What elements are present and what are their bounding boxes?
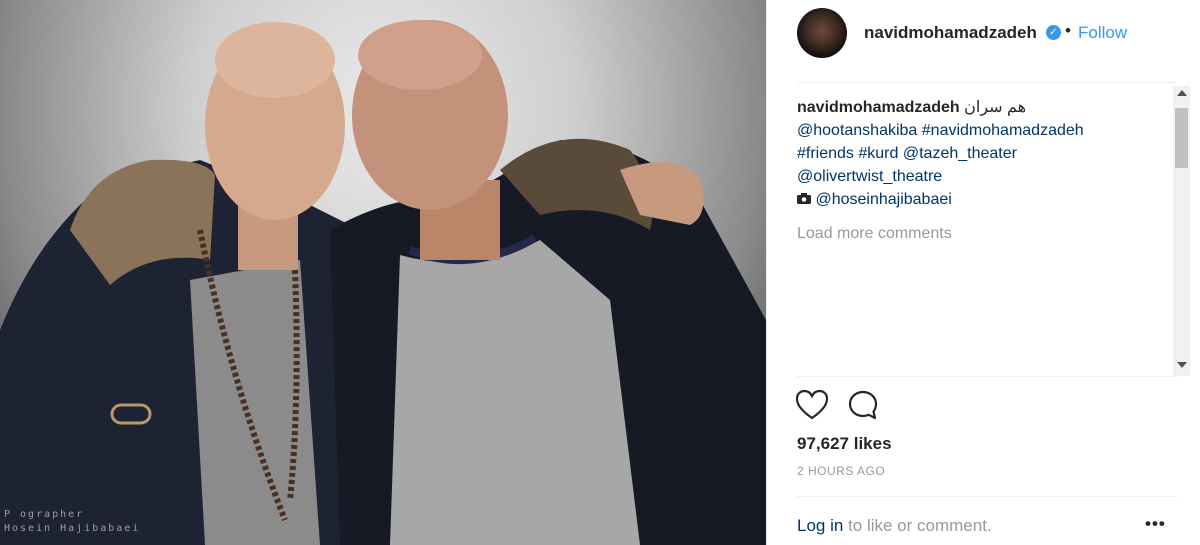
comment-icon[interactable] [847, 389, 879, 426]
photographer-watermark: P ographer Hosein Hajibabaei [4, 508, 140, 536]
login-prompt-text: to like or comment. [843, 516, 992, 535]
caption: navidmohamadzadeh هم سران @hootanshakiba… [797, 96, 1167, 211]
hashtag-friends[interactable]: #friends [797, 145, 854, 162]
avatar[interactable] [797, 8, 847, 58]
camera-icon [797, 191, 815, 208]
post-photo[interactable]: P ographer Hosein Hajibabaei [0, 0, 766, 545]
scrollbar-thumb[interactable] [1175, 108, 1188, 168]
login-link[interactable]: Log in [797, 516, 843, 535]
comments-scrollbar[interactable] [1173, 86, 1190, 376]
post-timestamp[interactable]: 2 HOURS AGO [797, 464, 885, 478]
verified-badge-icon: ✓ [1046, 25, 1061, 40]
divider [797, 82, 1177, 83]
watermark-line-2: Hosein Hajibabaei [4, 523, 141, 534]
login-prompt: Log in to like or comment. [797, 516, 992, 536]
more-options-icon[interactable]: ••• [1145, 514, 1166, 534]
scroll-up-arrow-icon[interactable] [1177, 90, 1187, 96]
post-photo-illustration [0, 20, 766, 545]
post-side-panel: navidmohamadzadeh ✓ • Follow navidmohama… [766, 0, 1200, 545]
scroll-down-arrow-icon[interactable] [1177, 362, 1187, 368]
load-more-comments-link[interactable]: Load more comments [797, 222, 1167, 245]
header-separator: • [1065, 21, 1071, 40]
heart-icon[interactable] [795, 389, 829, 426]
caption-and-comments: navidmohamadzadeh هم سران @hootanshakiba… [797, 96, 1167, 376]
caption-author[interactable]: navidmohamadzadeh [797, 99, 960, 116]
hashtag-navidmohamadzadeh[interactable]: #navidmohamadzadeh [922, 122, 1084, 139]
mention-tazeh-theater[interactable]: @tazeh_theater [903, 145, 1017, 162]
post-header: navidmohamadzadeh ✓ • Follow [767, 0, 1199, 82]
header-username[interactable]: navidmohamadzadeh [864, 23, 1037, 43]
hashtag-kurd[interactable]: #kurd [858, 145, 898, 162]
caption-persian-text: هم سران [964, 99, 1027, 116]
mention-olivertwist-theatre[interactable]: @olivertwist_theatre [797, 168, 942, 185]
likes-count[interactable]: 97,627 likes [797, 434, 892, 454]
follow-button[interactable]: Follow [1078, 23, 1127, 43]
divider [797, 376, 1177, 377]
watermark-line-1: P ographer [4, 509, 85, 520]
mention-hoseinhajibabaei[interactable]: @hoseinhajibabaei [815, 191, 951, 208]
mention-hootanshakiba[interactable]: @hootanshakiba [797, 122, 917, 139]
divider [797, 496, 1177, 497]
